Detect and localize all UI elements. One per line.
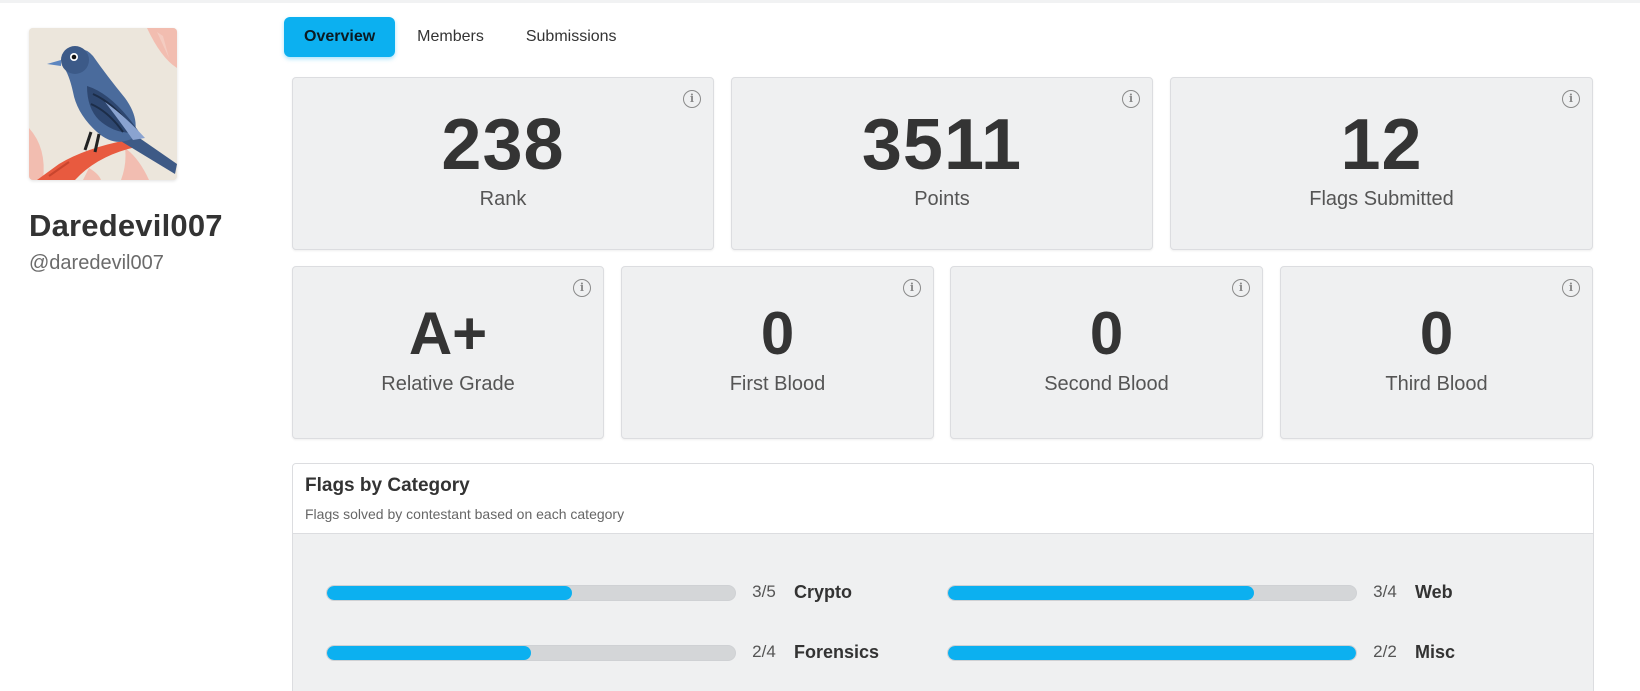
progress-track xyxy=(326,585,736,601)
stat-card-rank: i 238 Rank xyxy=(292,77,714,250)
stat-card-third-blood: i 0 Third Blood xyxy=(1280,266,1593,439)
avatar xyxy=(29,28,177,180)
stat-value: 12 xyxy=(1340,105,1423,185)
tab-submissions[interactable]: Submissions xyxy=(506,17,637,57)
category-row-web: 3/4 Web xyxy=(947,582,1547,602)
category-name: Misc xyxy=(1415,642,1456,662)
stat-card-flags-submitted: i 12 Flags Submitted xyxy=(1170,77,1593,250)
stat-card-second-blood: i 0 Second Blood xyxy=(950,266,1263,439)
display-name: Daredevil007 xyxy=(29,208,223,243)
category-row-forensics: 2/4 Forensics xyxy=(326,642,926,662)
stat-value: 3511 xyxy=(861,105,1023,185)
panel-title: Flags by Category xyxy=(305,475,470,496)
stat-value: 0 xyxy=(760,300,795,367)
profile-tabs: Overview Members Submissions xyxy=(284,17,637,57)
stat-value: 0 xyxy=(1089,300,1124,367)
info-icon[interactable]: i xyxy=(1562,90,1580,108)
profile-sidebar: Daredevil007 @daredevil007 xyxy=(29,28,269,275)
info-icon[interactable]: i xyxy=(1562,279,1580,297)
stat-value: 0 xyxy=(1419,300,1454,367)
category-name: Forensics xyxy=(794,642,880,662)
category-ratio: 3/5 xyxy=(752,582,776,601)
progress-fill xyxy=(948,646,1356,660)
stat-value: 238 xyxy=(441,105,565,185)
category-name: Crypto xyxy=(794,582,852,602)
user-handle: @daredevil007 xyxy=(29,252,164,274)
stat-label: Third Blood xyxy=(1385,373,1488,395)
stat-label: Rank xyxy=(479,188,527,210)
stat-label: First Blood xyxy=(729,373,826,395)
info-icon[interactable]: i xyxy=(903,279,921,297)
info-icon[interactable]: i xyxy=(683,90,701,108)
panel-header: Flags by Category Flags solved by contes… xyxy=(293,464,1593,534)
category-ratio: 3/4 xyxy=(1373,582,1397,601)
info-icon[interactable]: i xyxy=(1232,279,1250,297)
tab-members[interactable]: Members xyxy=(397,17,504,57)
top-divider xyxy=(0,0,1640,3)
stat-card-first-blood: i 0 First Blood xyxy=(621,266,934,439)
stat-value: A+ xyxy=(408,300,488,367)
stat-label: Relative Grade xyxy=(381,373,515,395)
progress-track xyxy=(947,585,1357,601)
stat-label: Flags Submitted xyxy=(1309,188,1454,210)
category-row-crypto: 3/5 Crypto xyxy=(326,582,926,602)
stat-label: Points xyxy=(914,188,970,210)
stat-card-relative-grade: i A+ Relative Grade xyxy=(292,266,604,439)
info-icon[interactable]: i xyxy=(1122,90,1140,108)
stat-card-points: i 3511 Points xyxy=(731,77,1153,250)
panel-subtitle: Flags solved by contestant based on each… xyxy=(305,506,625,522)
category-ratio: 2/4 xyxy=(752,642,776,661)
stat-label: Second Blood xyxy=(1044,373,1169,395)
progress-track xyxy=(947,645,1357,661)
progress-fill xyxy=(327,586,572,600)
category-name: Web xyxy=(1415,582,1453,602)
info-icon[interactable]: i xyxy=(573,279,591,297)
progress-fill xyxy=(327,646,531,660)
progress-track xyxy=(326,645,736,661)
progress-fill xyxy=(948,586,1254,600)
category-ratio: 2/2 xyxy=(1373,642,1397,661)
flags-by-category-panel: Flags by Category Flags solved by contes… xyxy=(292,463,1594,691)
category-row-misc: 2/2 Misc xyxy=(947,642,1547,662)
tab-overview[interactable]: Overview xyxy=(284,17,396,57)
bird-avatar-icon xyxy=(29,28,177,180)
